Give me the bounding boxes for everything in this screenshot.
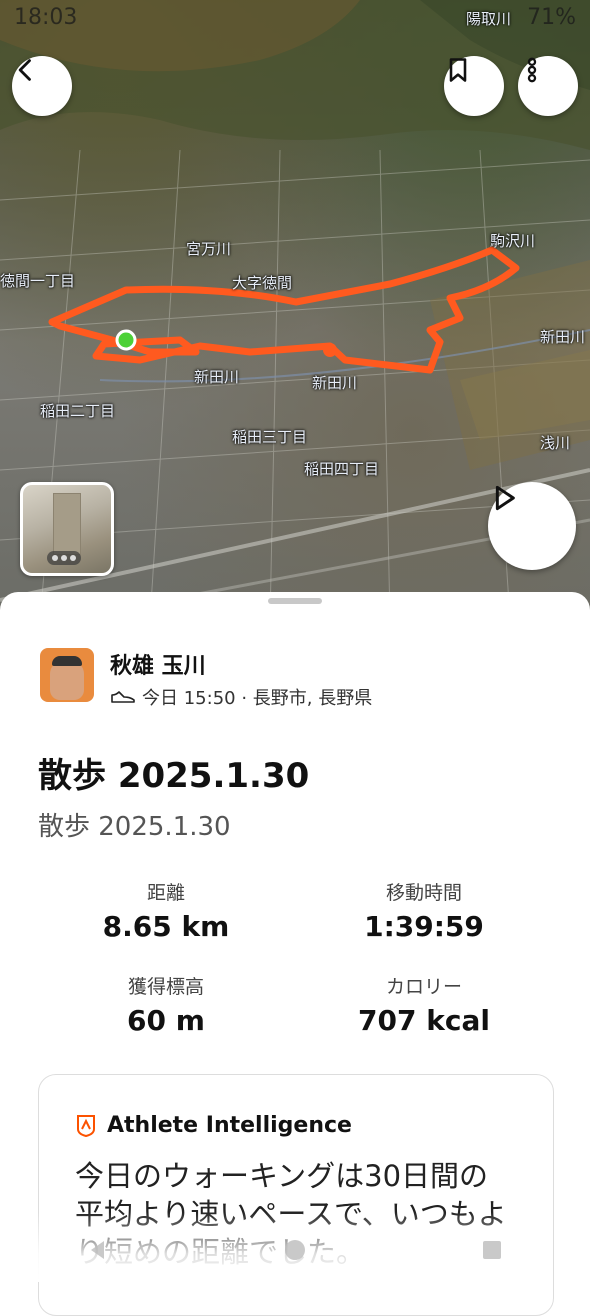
map-label: 大字徳間 (232, 274, 293, 292)
activity-meta: 今日 15:50 · 長野市, 長野県 (110, 684, 372, 710)
stat-moving-time-value: 1:39:59 (364, 910, 484, 943)
chevron-left-icon (18, 59, 31, 81)
activity-sheet: 秋雄 玉川 今日 15:50 · 長野市, 長野県 散歩 2025.1.30 散… (0, 592, 590, 1316)
stat-distance-value: 8.65 km (102, 910, 230, 943)
more-vertical-icon (527, 57, 537, 83)
nav-back-icon[interactable] (86, 1238, 110, 1262)
nav-recents-icon[interactable] (480, 1238, 504, 1262)
athlete-intelligence-header: Athlete Intelligence (75, 1113, 352, 1138)
route-start-marker (115, 329, 137, 351)
stat-calories-value: 707 kcal (358, 1004, 490, 1037)
back-button[interactable] (12, 56, 72, 116)
photo-content (53, 493, 81, 555)
play-flyover-button[interactable] (488, 482, 576, 570)
stat-distance-label: 距離 (146, 882, 185, 904)
athlete-intelligence-icon (77, 1114, 95, 1137)
map-label: 浅川 (540, 434, 571, 452)
nav-home-icon[interactable] (283, 1238, 307, 1262)
athlete-intelligence-title: Athlete Intelligence (107, 1113, 352, 1138)
photo-pager-dots (47, 551, 81, 565)
map-label: 宮万川 (186, 240, 232, 258)
shoe-icon (111, 691, 135, 703)
play-icon (495, 485, 515, 511)
more-button[interactable] (518, 56, 578, 116)
status-time: 18:03 (14, 4, 78, 30)
activity-meta-text: 今日 15:50 · 長野市, 長野県 (142, 688, 373, 709)
map-label: 新田川 (540, 328, 586, 346)
map-label: 駒沢川 (490, 232, 536, 250)
status-battery: 71% (527, 4, 576, 30)
map-label: 稲田三丁目 (232, 428, 308, 446)
system-nav-bar (0, 1220, 590, 1279)
stat-calories-label: カロリー (385, 976, 462, 998)
map-label: 陽取川 (466, 10, 512, 28)
athlete-name[interactable]: 秋雄 玉川 (110, 648, 206, 680)
stat-moving-time-label: 移動時間 (385, 882, 462, 904)
bookmark-icon (449, 58, 467, 82)
map-label: 新田川 (194, 368, 240, 386)
stat-elevation-label: 獲得標高 (127, 976, 204, 998)
photo-thumbnail[interactable] (20, 482, 114, 576)
map-label: 稲田二丁目 (40, 402, 116, 420)
map-label: 徳間一丁目 (0, 272, 76, 290)
route-end-marker (323, 343, 337, 357)
activity-title: 散歩 2025.1.30 (38, 756, 310, 796)
avatar[interactable] (40, 648, 94, 702)
sheet-drag-handle[interactable] (268, 598, 322, 604)
map-label: 新田川 (312, 374, 358, 392)
stat-elevation-value: 60 m (127, 1004, 205, 1037)
route-map[interactable]: 18:03 71% 陽取川 宮万川 駒沢川 徳間一丁目 大字徳間 新田川 新田川… (0, 0, 590, 620)
map-label: 稲田四丁目 (304, 460, 380, 478)
activity-description: 散歩 2025.1.30 (38, 812, 231, 842)
bookmark-button[interactable] (444, 56, 504, 116)
